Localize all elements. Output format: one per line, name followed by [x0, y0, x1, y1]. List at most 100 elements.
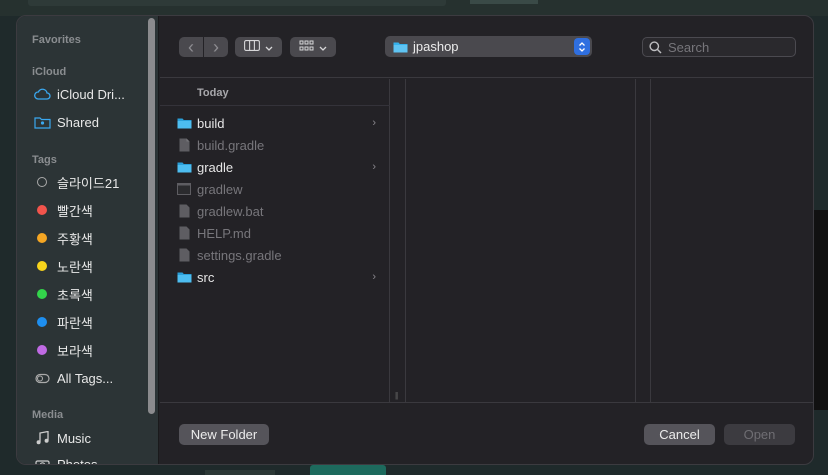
updown-chevron-icon: [574, 38, 590, 55]
tag-dot-icon: [33, 258, 51, 274]
chevron-down-icon: [265, 40, 273, 54]
document-icon: [176, 226, 192, 240]
view-mode-popup[interactable]: [235, 37, 282, 57]
file-column: Today build › build.gradle gradle › grad…: [160, 79, 390, 402]
file-name: HELP.md: [197, 225, 251, 241]
tag-dot-icon: [33, 174, 51, 190]
column-resize-handle[interactable]: ||: [392, 79, 406, 402]
document-icon: [176, 248, 192, 262]
empty-column: [406, 79, 636, 402]
sidebar-tag-yellow[interactable]: 노란색: [33, 255, 145, 277]
file-name: build.gradle: [197, 137, 265, 153]
document-icon: [176, 204, 192, 218]
music-note-icon: [33, 430, 51, 446]
chevron-right-icon: ›: [372, 271, 376, 283]
nav-buttons: ‹ ›: [179, 37, 228, 57]
tag-dot-icon: [33, 314, 51, 330]
file-row-gradlew-bat[interactable]: gradlew.bat: [176, 200, 390, 222]
sidebar-item-label: 빨간색: [57, 203, 93, 219]
forward-button[interactable]: ›: [204, 37, 228, 57]
tag-dot-icon: [33, 202, 51, 218]
file-name: gradlew: [197, 181, 243, 197]
file-name: gradle: [197, 159, 234, 175]
sidebar-tag-orange[interactable]: 주황색: [33, 227, 145, 249]
tag-dot-icon: [33, 286, 51, 302]
sidebar-item-label: 슬라이드21: [57, 175, 120, 191]
search-input[interactable]: [668, 39, 788, 55]
background-app-button: [470, 0, 538, 4]
sidebar-item-label: 파란색: [57, 315, 93, 331]
location-popup[interactable]: jpashop: [385, 36, 592, 57]
open-button[interactable]: Open: [724, 424, 795, 445]
terminal-exec-icon: [176, 182, 192, 196]
cloud-icon: [33, 86, 51, 102]
sidebar-item-shared[interactable]: Shared: [33, 111, 145, 133]
chevron-right-icon: ›: [213, 37, 219, 57]
sidebar-tag-green[interactable]: 초록색: [33, 283, 145, 305]
sidebar-all-tags[interactable]: All Tags...: [33, 367, 145, 389]
sidebar-section-media: Media: [32, 409, 64, 421]
file-row-build[interactable]: build ›: [176, 112, 390, 134]
sidebar-item-label: 보라색: [57, 343, 93, 359]
sidebar-tag-purple[interactable]: 보라색: [33, 339, 145, 361]
sidebar-item-label: Music: [57, 430, 91, 446]
sidebar-tag-red[interactable]: 빨간색: [33, 199, 145, 221]
open-file-dialog: Favorites iCloud iCloud Dri... Shared Ta…: [16, 15, 814, 465]
resize-grip-icon: ||: [395, 391, 398, 400]
sidebar-item-icloud-drive[interactable]: iCloud Dri...: [33, 83, 145, 105]
toolbar: ‹ › jpashop Search: [160, 16, 813, 78]
group-header-today: Today: [197, 87, 229, 99]
document-icon: [176, 138, 192, 152]
folder-icon: [176, 160, 192, 174]
back-button[interactable]: ‹: [179, 37, 203, 57]
sidebar-item-label: 주황색: [57, 231, 93, 247]
chevron-right-icon: ›: [372, 161, 376, 173]
file-row-src[interactable]: src ›: [176, 266, 390, 288]
sidebar-section-tags: Tags: [32, 154, 57, 166]
background-app-tabbar: [28, 0, 446, 6]
chevron-left-icon: ‹: [188, 37, 194, 57]
sidebar-item-label: Photos: [57, 456, 98, 465]
sidebar-tag-blue[interactable]: 파란색: [33, 311, 145, 333]
tag-dot-icon: [33, 230, 51, 246]
sidebar-section-icloud: iCloud: [32, 66, 67, 78]
browser-area: ‹ › jpashop Search Today build › build.g…: [160, 16, 813, 464]
file-row-gradlew[interactable]: gradlew: [176, 178, 390, 200]
background-app-footer: [205, 470, 275, 475]
group-by-popup[interactable]: [290, 37, 336, 57]
shared-folder-icon: [33, 114, 51, 130]
column-resize-handle[interactable]: [637, 79, 651, 402]
chevron-right-icon: ›: [372, 117, 376, 129]
grid-icon: [299, 40, 314, 54]
sidebar: Favorites iCloud iCloud Dri... Shared Ta…: [17, 16, 159, 465]
sidebar-tag-slide21[interactable]: 슬라이드21: [33, 171, 145, 193]
file-row-settings-gradle[interactable]: settings.gradle: [176, 244, 390, 266]
search-icon: [649, 40, 662, 54]
sidebar-section-favorites: Favorites: [32, 34, 81, 46]
group-by-button[interactable]: [290, 37, 336, 57]
sidebar-item-label: 초록색: [57, 287, 93, 303]
sidebar-item-music[interactable]: Music: [33, 427, 145, 449]
camera-icon: [33, 456, 51, 464]
columns-view-icon: [244, 40, 260, 54]
all-tags-icon: [33, 370, 51, 386]
file-row-build-gradle[interactable]: build.gradle: [176, 134, 390, 156]
new-folder-button[interactable]: New Folder: [179, 424, 269, 445]
sidebar-item-label: 노란색: [57, 259, 93, 275]
file-name: gradlew.bat: [197, 203, 264, 219]
cancel-button[interactable]: Cancel: [644, 424, 715, 445]
file-name: src: [197, 269, 215, 285]
file-name: settings.gradle: [197, 247, 282, 263]
divider: [160, 105, 390, 106]
sidebar-item-photos[interactable]: Photos: [33, 453, 145, 465]
sidebar-scrollbar[interactable]: [148, 18, 155, 414]
search-field[interactable]: [642, 37, 796, 57]
background-app-code-panel: [814, 210, 828, 410]
location-label: jpashop: [413, 39, 459, 54]
file-row-gradle[interactable]: gradle ›: [176, 156, 390, 178]
folder-icon: [393, 41, 408, 53]
file-row-help-md[interactable]: HELP.md: [176, 222, 390, 244]
column-view-button[interactable]: [235, 37, 282, 57]
sidebar-item-label: All Tags...: [57, 370, 114, 386]
folder-icon: [176, 270, 192, 284]
